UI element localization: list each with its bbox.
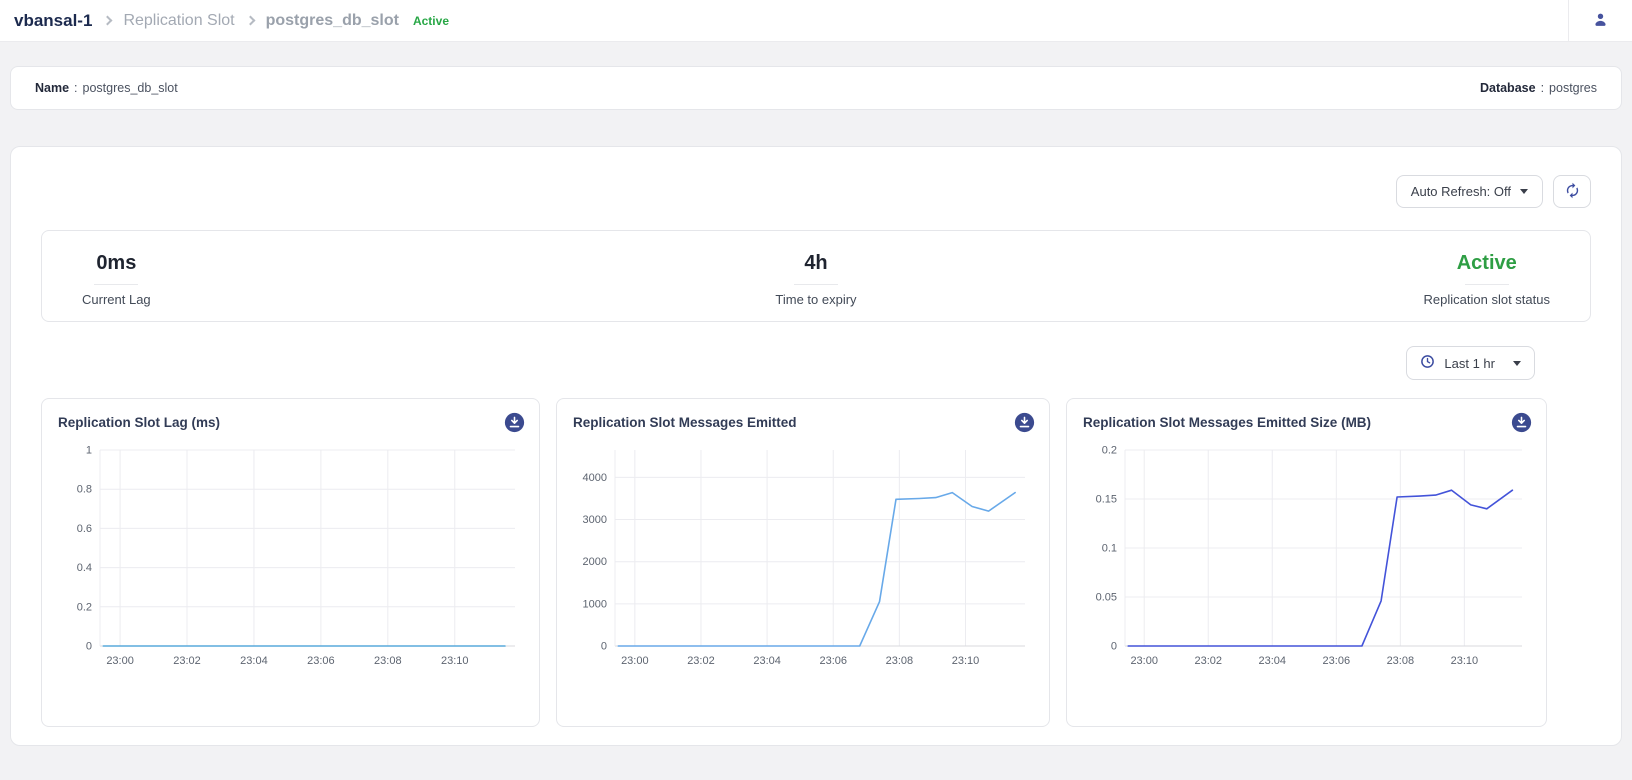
time-range-label: Last 1 hr bbox=[1444, 356, 1495, 371]
breadcrumb: vbansal-1 Replication Slot postgres_db_s… bbox=[14, 11, 449, 31]
svg-text:23:00: 23:00 bbox=[1130, 655, 1158, 667]
current-lag-value: 0ms bbox=[82, 249, 151, 277]
download-icon bbox=[1511, 421, 1532, 436]
svg-text:1: 1 bbox=[86, 445, 92, 457]
chart-card-messages-emitted: Replication Slot Messages Emitted 23:002… bbox=[556, 398, 1050, 727]
refresh-toolbar: Auto Refresh: Off bbox=[41, 175, 1591, 208]
caret-down-icon bbox=[1513, 361, 1521, 366]
database-separator: : bbox=[1541, 81, 1544, 95]
chevron-right-icon bbox=[103, 16, 113, 26]
svg-text:23:10: 23:10 bbox=[952, 655, 980, 667]
current-lag-label: Current Lag bbox=[82, 292, 151, 307]
svg-text:0.2: 0.2 bbox=[1102, 445, 1117, 457]
time-to-expiry-value: 4h bbox=[775, 249, 856, 277]
svg-text:1000: 1000 bbox=[583, 598, 607, 610]
svg-text:0.8: 0.8 bbox=[77, 484, 92, 496]
auto-refresh-dropdown[interactable]: Auto Refresh: Off bbox=[1396, 175, 1543, 208]
stat-divider bbox=[1465, 284, 1509, 285]
time-to-expiry-label: Time to expiry bbox=[775, 292, 856, 307]
chart-canvas-messages-emitted: 23:00 23:02 23:04 23:06 23:08 23:10 0 1000 2000 3… bbox=[563, 442, 1043, 672]
download-icon bbox=[504, 421, 525, 436]
breadcrumb-current-item: postgres_db_slot bbox=[266, 12, 399, 30]
caret-down-icon bbox=[1520, 189, 1528, 194]
svg-text:23:06: 23:06 bbox=[307, 655, 335, 667]
download-icon bbox=[1014, 421, 1035, 436]
slot-name-field: Name: postgres_db_slot bbox=[35, 81, 178, 95]
stat-time-to-expiry: 4h Time to expiry bbox=[571, 249, 1060, 307]
stat-slot-status: Active Replication slot status bbox=[1061, 249, 1550, 307]
svg-text:0.15: 0.15 bbox=[1096, 494, 1117, 506]
svg-text:23:10: 23:10 bbox=[441, 655, 469, 667]
svg-text:0: 0 bbox=[1111, 641, 1117, 653]
status-badge: Active bbox=[413, 14, 449, 28]
svg-text:23:08: 23:08 bbox=[1387, 655, 1415, 667]
slot-status-label: Replication slot status bbox=[1424, 292, 1550, 307]
svg-text:23:02: 23:02 bbox=[687, 655, 715, 667]
svg-text:0: 0 bbox=[601, 641, 607, 653]
refresh-icon bbox=[1564, 182, 1581, 202]
chart-title: Replication Slot Messages Emitted bbox=[573, 415, 797, 430]
stat-divider bbox=[94, 284, 138, 285]
svg-text:2000: 2000 bbox=[583, 556, 607, 568]
chevron-right-icon bbox=[245, 16, 255, 26]
svg-text:23:02: 23:02 bbox=[1194, 655, 1222, 667]
top-bar: vbansal-1 Replication Slot postgres_db_s… bbox=[0, 0, 1632, 42]
stat-divider bbox=[794, 284, 838, 285]
svg-text:23:10: 23:10 bbox=[1451, 655, 1479, 667]
svg-text:23:06: 23:06 bbox=[819, 655, 847, 667]
svg-text:0: 0 bbox=[86, 641, 92, 653]
svg-text:23:08: 23:08 bbox=[886, 655, 914, 667]
chart-canvas-messages-emitted-size: 23:00 23:02 23:04 23:06 23:08 23:10 0 0.05 0.1 0.… bbox=[1073, 442, 1540, 672]
svg-text:3000: 3000 bbox=[583, 514, 607, 526]
clock-icon bbox=[1420, 354, 1435, 372]
time-range-toolbar: Last 1 hr bbox=[41, 346, 1535, 380]
svg-text:0.2: 0.2 bbox=[77, 601, 92, 613]
summary-stats-card: 0ms Current Lag 4h Time to expiry Active… bbox=[41, 230, 1591, 322]
time-range-dropdown[interactable]: Last 1 hr bbox=[1406, 346, 1535, 380]
user-icon bbox=[1591, 10, 1610, 32]
database-label: Database bbox=[1480, 81, 1536, 95]
download-chart-button[interactable] bbox=[504, 412, 525, 433]
chart-canvas-replication-slot-lag: 23:00 23:02 23:04 23:06 23:08 23:10 0 0.2 0.4 0.6… bbox=[48, 442, 533, 672]
chart-card-replication-slot-lag: Replication Slot Lag (ms) 23:0023:0223:0… bbox=[41, 398, 540, 727]
breadcrumb-section-link[interactable]: Replication Slot bbox=[123, 12, 234, 30]
breadcrumb-cluster-link[interactable]: vbansal-1 bbox=[14, 11, 92, 31]
svg-text:0.05: 0.05 bbox=[1096, 592, 1117, 604]
chart-card-messages-emitted-size: Replication Slot Messages Emitted Size (… bbox=[1066, 398, 1547, 727]
svg-text:0.6: 0.6 bbox=[77, 523, 92, 535]
slot-status-value: Active bbox=[1424, 249, 1550, 277]
svg-text:0.1: 0.1 bbox=[1102, 543, 1117, 555]
slot-database-field: Database: postgres bbox=[1480, 81, 1597, 95]
download-chart-button[interactable] bbox=[1014, 412, 1035, 433]
name-value: postgres_db_slot bbox=[83, 81, 178, 95]
svg-text:23:00: 23:00 bbox=[621, 655, 649, 667]
user-menu-button[interactable] bbox=[1569, 10, 1632, 32]
charts-grid: Replication Slot Lag (ms) 23:0023:0223:0… bbox=[41, 398, 1535, 727]
chart-title: Replication Slot Lag (ms) bbox=[58, 415, 220, 430]
svg-text:23:02: 23:02 bbox=[173, 655, 201, 667]
svg-text:23:04: 23:04 bbox=[1259, 655, 1287, 667]
svg-text:23:08: 23:08 bbox=[374, 655, 402, 667]
slot-info-bar: Name: postgres_db_slot Database: postgres bbox=[10, 66, 1622, 110]
stat-current-lag: 0ms Current Lag bbox=[82, 249, 571, 307]
name-separator: : bbox=[74, 81, 77, 95]
svg-text:23:06: 23:06 bbox=[1323, 655, 1351, 667]
download-chart-button[interactable] bbox=[1511, 412, 1532, 433]
svg-text:23:00: 23:00 bbox=[106, 655, 134, 667]
auto-refresh-label: Auto Refresh: Off bbox=[1411, 184, 1511, 199]
name-label: Name bbox=[35, 81, 69, 95]
svg-text:23:04: 23:04 bbox=[753, 655, 781, 667]
svg-text:23:04: 23:04 bbox=[240, 655, 268, 667]
refresh-button[interactable] bbox=[1553, 175, 1591, 208]
svg-text:4000: 4000 bbox=[583, 472, 607, 484]
svg-text:0.4: 0.4 bbox=[77, 562, 92, 574]
database-value: postgres bbox=[1549, 81, 1597, 95]
chart-title: Replication Slot Messages Emitted Size (… bbox=[1083, 415, 1371, 430]
metrics-panel: Auto Refresh: Off 0ms Current Lag 4h Tim… bbox=[10, 146, 1622, 746]
